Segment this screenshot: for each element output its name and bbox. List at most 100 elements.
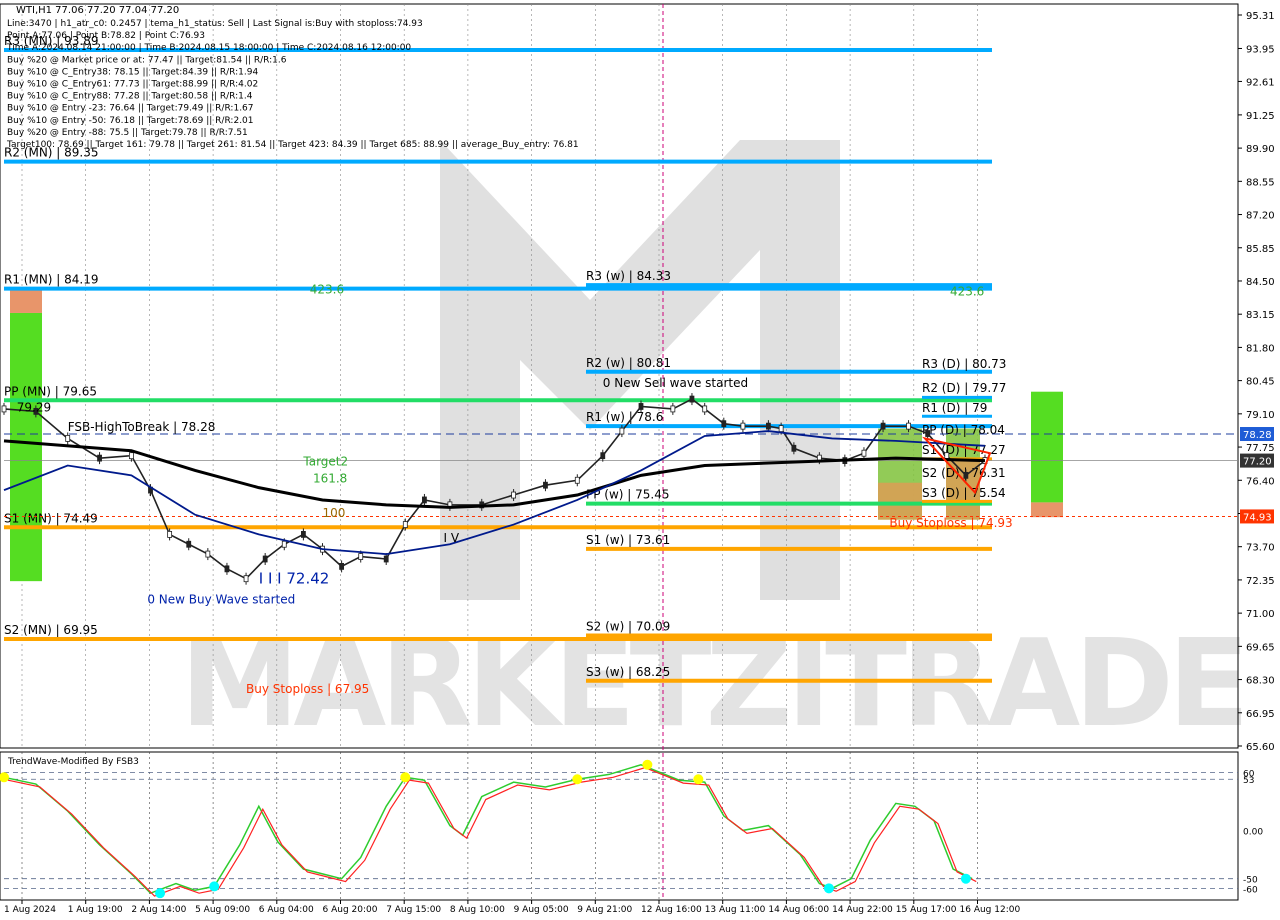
candle-body bbox=[721, 420, 727, 428]
y-axis-label: 71.00 bbox=[1246, 609, 1275, 620]
y-axis-label: 92.61 bbox=[1246, 77, 1275, 88]
pivot-level-label: S1 (MN) | 74.49 bbox=[4, 511, 98, 525]
osc-axis-label: -50 bbox=[1243, 876, 1258, 886]
candle-body bbox=[402, 521, 408, 528]
chart-background bbox=[0, 0, 1280, 920]
chart-annotation: Buy Stoploss | 67.95 bbox=[246, 682, 369, 696]
daily-pivot-label: R1 (D) | 79 bbox=[922, 401, 987, 415]
pivot-level-label: R1 (w) | 78.6 bbox=[586, 410, 663, 424]
candle-body bbox=[97, 454, 102, 462]
candle-body bbox=[186, 540, 192, 548]
osc-cyan-marker bbox=[960, 873, 971, 884]
candle-body bbox=[778, 425, 784, 433]
info-line: Buy %10 @ C_Entry61: 77.73 || Target:88.… bbox=[7, 80, 258, 90]
left-signal-bar-orange bbox=[10, 288, 42, 313]
candle-body bbox=[128, 452, 134, 460]
candle-body bbox=[543, 481, 548, 489]
candle-body bbox=[167, 531, 173, 538]
y-axis-label: 76.40 bbox=[1246, 476, 1275, 487]
candle-body bbox=[944, 452, 950, 460]
y-axis-label: 89.90 bbox=[1246, 144, 1275, 155]
y-axis-label: 95.31 bbox=[1246, 11, 1275, 22]
x-axis-label: 5 Aug 09:00 bbox=[195, 905, 250, 915]
candle-body bbox=[791, 444, 797, 452]
info-line: Buy %20 @ Market price or at: 77.47 || T… bbox=[7, 55, 287, 65]
candle-body bbox=[925, 430, 931, 437]
y-axis-label: 83.15 bbox=[1246, 310, 1275, 321]
candle-body bbox=[689, 395, 695, 403]
pivot-level-label: S1 (w) | 73.61 bbox=[586, 533, 670, 547]
candle-body bbox=[1, 405, 7, 413]
x-axis-label: 2 Aug 14:00 bbox=[131, 905, 186, 915]
x-axis-label: 16 Aug 12:00 bbox=[960, 905, 1021, 915]
info-line: Line:3470 | h1_atr_c0: 0.2457 | tema_h1_… bbox=[7, 19, 423, 29]
pivot-level-label: R1 (MN) | 84.19 bbox=[4, 273, 99, 287]
x-axis-label: 1 Aug 2024 bbox=[4, 905, 56, 915]
right-signal-bar-orange bbox=[1031, 502, 1063, 518]
pivot-level-label: S2 (MN) | 69.95 bbox=[4, 623, 98, 637]
candle-body bbox=[670, 405, 676, 413]
chart-annotation: 423.6 bbox=[310, 282, 344, 296]
chart-annotation: Buy Stoploss | 74.93 bbox=[889, 516, 1012, 530]
pivot-level-label: S3 (w) | 68.25 bbox=[586, 665, 670, 679]
y-axis-label: 66.95 bbox=[1246, 709, 1275, 720]
candle-body bbox=[300, 531, 306, 538]
symbol-header: WTI,H1 77.06 77.20 77.04 77.20 bbox=[16, 5, 179, 16]
y-axis-label: 68.30 bbox=[1246, 676, 1275, 687]
y-axis-label: 65.60 bbox=[1246, 742, 1275, 753]
candle-body bbox=[281, 540, 287, 548]
price-tag-label: 77.20 bbox=[1243, 457, 1272, 468]
osc-cyan-marker bbox=[823, 883, 834, 894]
candle-body bbox=[205, 550, 211, 558]
candle-body bbox=[574, 476, 580, 484]
y-axis-label: 85.85 bbox=[1246, 244, 1275, 255]
chart-window: MARKETZITRADE R3 (MN) | 93.89 R2 (MN) | 89… bbox=[0, 0, 1280, 920]
y-axis-label: 84.50 bbox=[1246, 277, 1275, 288]
osc-axis-label: 53 bbox=[1243, 776, 1254, 786]
osc-yellow-marker bbox=[693, 774, 704, 785]
y-axis-label: 80.45 bbox=[1246, 377, 1275, 388]
chart-annotation: 161.8 bbox=[313, 472, 347, 486]
left-signal-bar-green bbox=[10, 312, 42, 582]
price-tag-label: 78.28 bbox=[1243, 430, 1272, 441]
candle-body bbox=[243, 575, 249, 583]
chart-annotation: FSB-HighToBreak | 78.28 bbox=[68, 420, 216, 434]
y-axis-label: 77.75 bbox=[1246, 443, 1275, 454]
x-axis-label: 8 Aug 10:00 bbox=[450, 905, 505, 915]
chart-annotation: 79.29 bbox=[17, 400, 51, 414]
y-axis-label: 79.10 bbox=[1246, 410, 1275, 421]
daily-pivot-label: S3 (D) | 75.54 bbox=[922, 486, 1006, 500]
candle-body bbox=[963, 471, 969, 479]
y-axis-label: 81.80 bbox=[1246, 343, 1275, 354]
chart-annotation: 100 bbox=[323, 506, 346, 520]
osc-axis-label: -60 bbox=[1243, 885, 1258, 895]
pivot-level-label: PP (MN) | 79.65 bbox=[4, 384, 97, 398]
x-axis-label: 14 Aug 22:00 bbox=[832, 905, 893, 915]
x-axis-label: 13 Aug 11:00 bbox=[705, 905, 766, 915]
candle-body bbox=[638, 403, 644, 410]
info-line: Buy %10 @ Entry -23: 76.64 || Target:79.… bbox=[7, 104, 254, 114]
y-axis-label: 73.70 bbox=[1246, 543, 1275, 554]
info-line: Buy %20 @ Entry -88: 75.5 || Target:79.7… bbox=[7, 128, 248, 138]
candle-body bbox=[619, 427, 625, 435]
x-axis-label: 9 Aug 05:00 bbox=[514, 905, 569, 915]
candle-body bbox=[702, 405, 708, 413]
y-axis-label: 91.25 bbox=[1246, 111, 1275, 122]
candle-body bbox=[511, 491, 517, 499]
price-chart-svg: MARKETZITRADER3 (MN) | 93.89R2 (MN) | 89… bbox=[0, 0, 1280, 920]
y-axis-label: 69.65 bbox=[1246, 642, 1275, 653]
osc-cyan-marker bbox=[155, 888, 166, 899]
x-axis-label: 12 Aug 16:00 bbox=[641, 905, 702, 915]
chart-annotation: 423.6 bbox=[950, 285, 984, 299]
daily-pivot-label: R2 (D) | 79.77 bbox=[922, 381, 1006, 395]
candle-body bbox=[383, 555, 389, 563]
candle-body bbox=[600, 452, 606, 460]
chart-annotation: I I I 72.42 bbox=[259, 570, 330, 588]
y-axis-label: 72.35 bbox=[1246, 576, 1275, 587]
pivot-level-label: S2 (w) | 70.09 bbox=[586, 620, 670, 634]
y-axis-label: 88.55 bbox=[1246, 177, 1275, 188]
info-line: Point A:77.06 | Point B:78.82 | Point C:… bbox=[7, 31, 205, 41]
candle-body bbox=[766, 422, 771, 430]
info-line: Buy %10 @ C_Entry38: 78.15 || Target:84.… bbox=[7, 67, 258, 77]
osc-yellow-marker bbox=[642, 759, 653, 770]
